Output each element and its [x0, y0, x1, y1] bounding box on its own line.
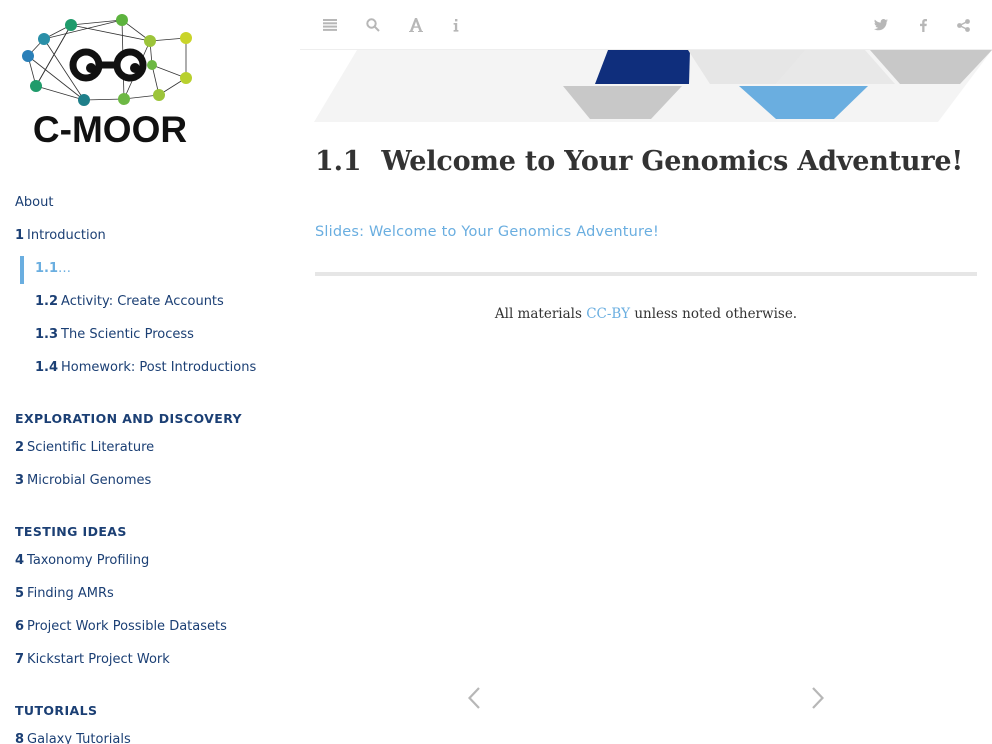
sidebar-item-the-scientic-process[interactable]: 1.3 The Scientic Process [0, 322, 300, 355]
sidebar-item-label: Finding AMRs [27, 586, 114, 601]
previous-page-button[interactable] [464, 684, 484, 712]
font-size-icon [409, 18, 423, 32]
twitter-share-button[interactable] [869, 14, 893, 36]
slides-link[interactable]: Slides: Welcome to Your Genomics Adventu… [315, 224, 659, 240]
chevron-left-icon [468, 687, 480, 709]
header-banner [314, 50, 992, 122]
sidebar-item-number: 1 [15, 228, 25, 243]
menu-toggle-button[interactable] [318, 14, 342, 36]
sidebar-item-number: 4 [15, 553, 25, 568]
search-button[interactable] [361, 14, 385, 36]
sidebar-item-taxonomy-profiling[interactable]: 4 Taxonomy Profiling [0, 548, 300, 581]
sidebar-item-finding-amrs[interactable]: 5 Finding AMRs [0, 581, 300, 614]
menu-icon [323, 19, 337, 31]
c-moor-logo[interactable]: C-MOOR [16, 12, 206, 152]
sidebar-part-testing-ideas: TESTING IDEAS [15, 524, 127, 539]
sidebar-item-label: Homework: Post Introductions [61, 360, 257, 375]
sidebar-item-kickstart-project-work[interactable]: 7 Kickstart Project Work [0, 647, 300, 680]
sidebar-item-activity-create-accounts[interactable]: 1.2 Activity: Create Accounts [0, 289, 300, 322]
share-icon [956, 18, 970, 32]
sidebar-item-label: Galaxy Tutorials [27, 732, 131, 744]
sidebar-item-label: Welcome to Your Genomics Adventure! [61, 261, 294, 276]
logo-wordmark: C-MOOR [33, 109, 187, 150]
sidebar-item-number: 1.4 [35, 360, 59, 375]
sidebar-item-homework-post-introductions[interactable]: 1.4 Homework: Post Introductions [0, 355, 300, 388]
twitter-icon [874, 19, 888, 31]
table-of-contents: About 1 Introduction 1.1 Welcome to Your Gen… [0, 190, 300, 744]
facebook-share-button[interactable] [911, 14, 935, 36]
sidebar-item-label: Activity: Create Accounts [61, 294, 224, 309]
content-divider [315, 272, 977, 276]
next-page-button[interactable] [808, 684, 828, 712]
sidebar-item-label: About [15, 195, 54, 210]
sidebar-item-galaxy-tutorials[interactable]: 8 Galaxy Tutorials [0, 727, 300, 744]
sidebar-item-number: 7 [15, 652, 25, 667]
sidebar-item-introduction[interactable]: 1 Introduction [0, 223, 300, 256]
facebook-icon [919, 18, 927, 32]
license-prefix: All materials [494, 306, 582, 322]
sidebar-item-microbial-genomes[interactable]: 3 Microbial Genomes [0, 468, 300, 501]
title-text: Welcome to Your Genomics Adventure! [381, 146, 964, 177]
sidebar: C-MOOR About 1 Introduction 1.1 Welcome to Y… [0, 0, 300, 744]
sidebar-item-label: Project Work Possible Datasets [27, 619, 227, 634]
cc-by-link[interactable]: CC-BY [586, 306, 630, 322]
sidebar-item-number: 3 [15, 473, 25, 488]
sidebar-item-number: 2 [15, 440, 25, 455]
sidebar-item-number: 6 [15, 619, 25, 634]
search-icon [366, 18, 380, 32]
sidebar-item-scientific-literature[interactable]: 2 Scientific Literature [0, 435, 300, 468]
page-title: 1.1 Welcome to Your Genomics Adventure! [315, 146, 963, 177]
sidebar-item-label: The Scientic Process [61, 327, 194, 342]
license-note: All materials CC-BY unless noted otherwi… [315, 306, 977, 322]
license-suffix: unless noted otherwise. [634, 306, 798, 322]
top-toolbar [300, 0, 992, 50]
section-number: 1.1 [315, 146, 362, 177]
sidebar-item-welcome-to-your-genomics-adventure[interactable]: 1.1 Welcome to Your Genomics Adventure! [0, 256, 300, 289]
sidebar-item-label: Kickstart Project Work [27, 652, 170, 667]
sidebar-item-label: Microbial Genomes [27, 473, 152, 488]
sidebar-item-label: Introduction [27, 228, 106, 243]
sidebar-item-label: Scientific Literature [27, 440, 155, 455]
sidebar-part-exploration-and-discovery: EXPLORATION AND DISCOVERY [15, 411, 242, 426]
sidebar-item-number: 8 [15, 732, 25, 744]
sidebar-item-number: 1.3 [35, 327, 59, 342]
font-settings-button[interactable] [404, 14, 428, 36]
banner-navy-shape [595, 50, 690, 84]
sidebar-item-number: 1.1 [35, 261, 59, 276]
sidebar-item-label: Taxonomy Profiling [27, 553, 150, 568]
chevron-right-icon [812, 687, 824, 709]
sidebar-item-project-work-possible-datasets[interactable]: 6 Project Work Possible Datasets [0, 614, 300, 647]
info-button[interactable] [444, 14, 468, 36]
share-button[interactable] [951, 14, 975, 36]
info-icon [453, 18, 459, 32]
sidebar-item-number: 5 [15, 586, 25, 601]
sidebar-item-about[interactable]: About [0, 190, 300, 223]
sidebar-part-tutorials: TUTORIALS [15, 703, 98, 718]
sidebar-item-number: 1.2 [35, 294, 59, 309]
